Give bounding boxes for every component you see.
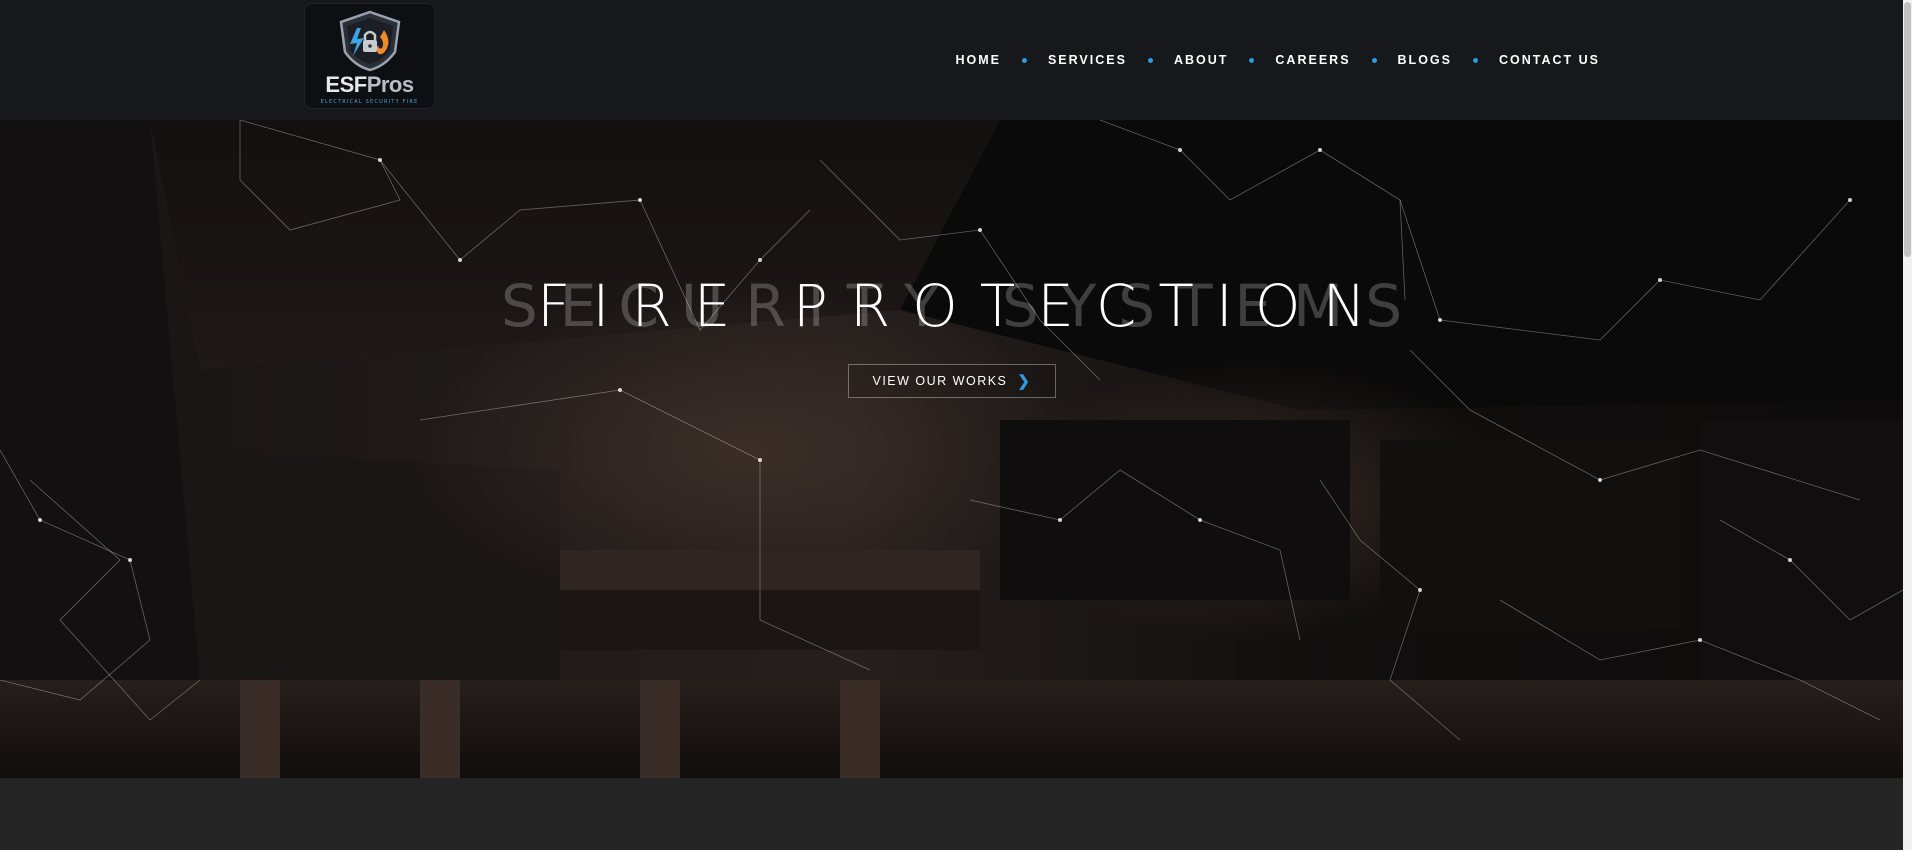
- logo-wordmark: ESFPros: [305, 72, 434, 98]
- nav-separator-dot: [1249, 57, 1255, 63]
- main-nav: HOME SERVICES ABOUT CAREERS BLOGS CONTAC…: [955, 51, 1600, 69]
- nav-item-careers[interactable]: CAREERS: [1275, 53, 1350, 67]
- nav-separator-dot: [1147, 57, 1153, 63]
- hero-background-image: [0, 120, 1903, 778]
- nav-item-services[interactable]: SERVICES: [1048, 53, 1127, 67]
- nav-separator-dot: [1371, 57, 1377, 63]
- nav-item-about[interactable]: ABOUT: [1174, 53, 1228, 67]
- view-our-works-label: VIEW OUR WORKS: [872, 374, 1008, 388]
- nav-item-home[interactable]: HOME: [955, 53, 1001, 67]
- site-header: ESFPros ELECTRICAL SECURITY FIRE HOME SE…: [0, 0, 1903, 120]
- view-our-works-button[interactable]: VIEW OUR WORKS ❯: [848, 364, 1056, 398]
- scrollbar-thumb[interactable]: [1904, 2, 1911, 257]
- shield-lock-icon: [339, 10, 401, 72]
- logo-tagline: ELECTRICAL SECURITY FIRE: [320, 99, 419, 105]
- nav-separator-dot: [1021, 57, 1027, 63]
- logo-wordmark-part1: ESF: [325, 72, 367, 97]
- logo-wordmark-part2: Pros: [366, 72, 414, 97]
- hero-slider: SECURITY SYSTEMS FIRE PROTECTION VIEW OU…: [0, 120, 1903, 778]
- chevron-right-icon: ❯: [1017, 373, 1032, 390]
- page-scrollbar[interactable]: [1903, 0, 1912, 850]
- content-section: [0, 778, 1903, 850]
- hero-title: FIRE PROTECTION: [537, 272, 1388, 340]
- site-logo[interactable]: ESFPros ELECTRICAL SECURITY FIRE: [304, 3, 435, 109]
- nav-item-contact-us[interactable]: CONTACT US: [1499, 53, 1600, 67]
- nav-item-blogs[interactable]: BLOGS: [1398, 53, 1452, 67]
- nav-separator-dot: [1472, 57, 1478, 63]
